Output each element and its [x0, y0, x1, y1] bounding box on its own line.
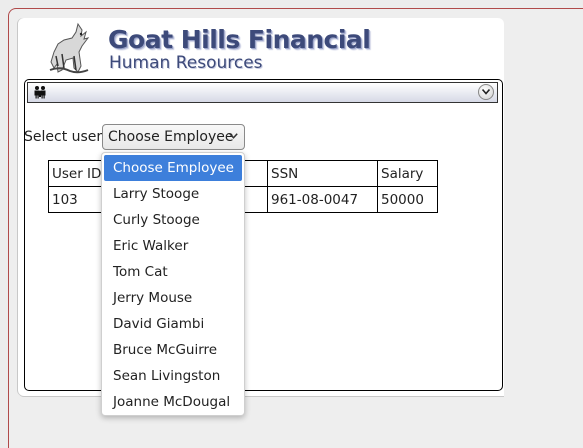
- employee-select-value: Choose Employee: [108, 129, 234, 145]
- dropdown-option[interactable]: Sean Livingston: [104, 363, 242, 389]
- employee-select[interactable]: Choose Employee: [102, 124, 245, 150]
- chevron-down-icon: [229, 133, 238, 139]
- brand-subtitle: Human Resources: [109, 53, 263, 73]
- table-header: User ID: [48, 160, 108, 187]
- dropdown-option[interactable]: Larry Stooge: [104, 181, 242, 207]
- dropdown-option[interactable]: Bruce McGuirre: [104, 337, 242, 363]
- dropdown-option[interactable]: David Giambi: [104, 311, 242, 337]
- collapse-button[interactable]: [478, 84, 494, 100]
- chevron-down-icon: [482, 89, 490, 95]
- content-box: [24, 79, 503, 391]
- dropdown-option[interactable]: Choose Employee: [104, 155, 242, 181]
- brand-title: Goat Hills Financial: [108, 25, 371, 54]
- dropdown-option[interactable]: Joanne McDougal: [104, 389, 242, 415]
- table-cell: 961-08-0047: [267, 186, 378, 213]
- table-header: Salary: [377, 160, 438, 187]
- table-header: SSN: [267, 160, 378, 187]
- dropdown-option[interactable]: Curly Stooge: [104, 207, 242, 233]
- select-user-label: Select user:: [24, 129, 107, 145]
- dropdown-option[interactable]: Eric Walker: [104, 233, 242, 259]
- employee-dropdown-list[interactable]: Choose Employee Larry Stooge Curly Stoog…: [101, 152, 245, 416]
- people-icon: [34, 86, 46, 99]
- dropdown-option[interactable]: Tom Cat: [104, 259, 242, 285]
- dropdown-option[interactable]: Jerry Mouse: [104, 285, 242, 311]
- table-cell: 50000: [377, 186, 438, 213]
- table-cell: 103: [48, 186, 108, 213]
- panel-titlebar: [27, 82, 498, 103]
- goat-logo-icon: [49, 22, 90, 74]
